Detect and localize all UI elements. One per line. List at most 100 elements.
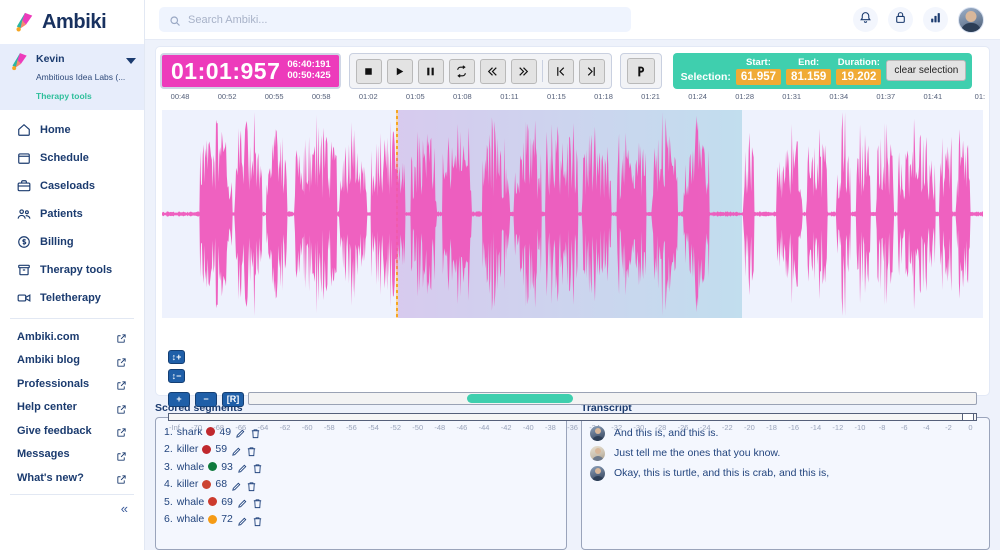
sidebar-item-schedule[interactable]: Schedule xyxy=(0,144,144,172)
sidebar-link-ambiki-com[interactable]: Ambiki.com xyxy=(0,325,144,349)
transcript-list[interactable]: And this is, and this is. Just tell me th… xyxy=(581,417,990,550)
selection-start-value[interactable]: 61.957 xyxy=(735,68,782,85)
db-scale-label: -14 xyxy=(810,423,822,432)
db-scale-label: -54 xyxy=(368,423,379,432)
trash-icon[interactable] xyxy=(252,496,263,509)
trash-icon[interactable] xyxy=(246,444,257,456)
db-scale-label: -52 xyxy=(390,423,402,432)
ambiki-logo-icon xyxy=(10,52,30,71)
fast-forward-button[interactable] xyxy=(510,58,537,84)
skip-to-end-button[interactable] xyxy=(578,58,605,84)
waveform-canvas[interactable] xyxy=(162,110,983,318)
avatar[interactable] xyxy=(958,6,984,33)
vertical-zoom-out-button[interactable]: ↕− xyxy=(168,369,185,383)
sidebar-link-professionals[interactable]: Professionals xyxy=(0,372,144,396)
db-scale-label: -36 xyxy=(567,423,578,432)
db-scale-label: -40 xyxy=(522,423,534,432)
db-scale-label: -22 xyxy=(721,423,733,432)
selection-start-label: Start: xyxy=(746,56,771,68)
profile-switcher[interactable]: Kevin Ambitious Idea Labs (... Therapy t… xyxy=(0,44,144,111)
play-button[interactable] xyxy=(386,58,413,84)
clear-selection-button[interactable]: clear selection xyxy=(886,60,967,81)
collapse-sidebar-icon[interactable]: « xyxy=(121,502,128,515)
brand[interactable]: Ambiki xyxy=(0,0,144,44)
marker-group xyxy=(619,53,662,89)
sidebar-item-billing[interactable]: Billing xyxy=(0,228,144,256)
pause-button[interactable] xyxy=(417,58,444,84)
search-input[interactable] xyxy=(188,13,621,26)
scored-segment-row[interactable]: 6. whale 72 xyxy=(164,511,558,529)
chevron-down-icon[interactable] xyxy=(126,58,136,64)
calendar-icon xyxy=(17,151,31,165)
time-display: 01:01:957 06:40:191 00:50:425 xyxy=(160,53,341,89)
transcript-text: Okay, this is turtle, and this is crab, … xyxy=(614,467,830,479)
transcript-line[interactable]: Okay, this is turtle, and this is crab, … xyxy=(590,463,981,483)
zoom-reset-button[interactable]: [R] xyxy=(222,392,244,407)
horizontal-zoom-controls: + − [R] xyxy=(168,392,244,407)
ruler-tick: 00:48 xyxy=(160,92,200,101)
selection-duration-value[interactable]: 19.202 xyxy=(836,68,882,85)
speaker-avatar xyxy=(590,445,605,461)
timeline-ruler[interactable]: 00:48 00:52 00:55 00:58 01:02 01:05 01:08 01:11… xyxy=(160,92,985,110)
segment-word: killer xyxy=(176,443,199,456)
notifications-button[interactable] xyxy=(853,7,878,32)
rewind-button[interactable] xyxy=(479,58,506,84)
marker-button[interactable] xyxy=(626,58,655,84)
loop-button[interactable] xyxy=(448,58,475,84)
selection-end-value[interactable]: 81.159 xyxy=(786,68,832,85)
sidebar-link-messages[interactable]: Messages xyxy=(0,443,144,467)
search-box[interactable] xyxy=(159,7,631,32)
segment-index: 4. xyxy=(164,478,173,491)
db-meter-bar[interactable] xyxy=(168,413,977,421)
sidebar-link-ambiki-blog[interactable]: Ambiki blog xyxy=(0,349,144,373)
selection-end-label: End: xyxy=(798,56,820,68)
scored-segment-row[interactable]: 3. whale 93 xyxy=(164,458,558,476)
pencil-icon[interactable] xyxy=(237,496,248,509)
db-scale-label: -4 xyxy=(922,423,930,432)
transport-controls xyxy=(348,53,612,89)
security-button[interactable] xyxy=(888,7,913,32)
sidebar-item-therapy-tools[interactable]: Therapy tools xyxy=(0,256,144,284)
horizontal-zoom-in-button[interactable]: + xyxy=(168,392,190,407)
scored-segment-row[interactable]: 2. killer 59 xyxy=(164,441,558,459)
ruler-tick: 01:34 xyxy=(819,92,859,101)
ruler-tick-label: 01:41 xyxy=(923,92,943,101)
scored-segment-row[interactable]: 4. killer 68 xyxy=(164,476,558,494)
skip-to-start-button[interactable] xyxy=(547,58,574,84)
horizontal-zoom-out-button[interactable]: − xyxy=(195,392,217,407)
sidebar-link-give-feedback[interactable]: Give feedback xyxy=(0,419,144,443)
segment-score: 59 xyxy=(215,443,228,456)
sidebar-item-teletherapy[interactable]: Teletherapy xyxy=(0,284,144,312)
transcript-line[interactable]: Just tell me the ones that you know. xyxy=(590,443,981,463)
db-scale-label: -60 xyxy=(301,423,313,432)
brand-name: Ambiki xyxy=(42,10,107,33)
vertical-zoom-in-button[interactable]: ↕+ xyxy=(168,350,185,364)
pencil-icon[interactable] xyxy=(237,461,248,474)
ruler-tick: 01:41 xyxy=(913,92,953,101)
trash-icon[interactable] xyxy=(246,479,257,491)
scrollbar-thumb[interactable] xyxy=(467,394,573,403)
scored-segments-list[interactable]: 1. shark 49 2. killer 59 3. whale 93 4. killer 68 5.… xyxy=(155,417,567,550)
transcript-text: Just tell me the ones that you know. xyxy=(614,447,781,459)
home-icon xyxy=(17,123,31,137)
secondary-time: 00:50:425 xyxy=(287,70,331,81)
scored-segment-row[interactable]: 5. whale 69 xyxy=(164,493,558,511)
analytics-button[interactable] xyxy=(923,7,948,32)
trash-icon[interactable] xyxy=(252,461,263,474)
sidebar-item-home[interactable]: Home xyxy=(0,116,144,144)
sidebar-item-caseloads[interactable]: Caseloads xyxy=(0,172,144,200)
sidebar-item-label: Patients xyxy=(40,208,83,221)
sidebar-link-help-center[interactable]: Help center xyxy=(0,396,144,420)
pencil-icon[interactable] xyxy=(237,514,248,526)
pencil-icon[interactable] xyxy=(231,444,242,456)
stop-button[interactable] xyxy=(355,58,382,84)
horizontal-scrollbar[interactable] xyxy=(248,392,977,405)
db-scale-label: -66 xyxy=(235,423,247,432)
current-time: 01:01:957 xyxy=(171,57,281,84)
trash-icon[interactable] xyxy=(252,514,263,526)
users-icon xyxy=(17,207,31,221)
pencil-icon[interactable] xyxy=(231,479,242,491)
selection-duration-group: Duration: 19.202 xyxy=(836,57,882,85)
sidebar-item-patients[interactable]: Patients xyxy=(0,200,144,228)
sidebar-link-whats-new[interactable]: What's new? xyxy=(0,466,144,490)
